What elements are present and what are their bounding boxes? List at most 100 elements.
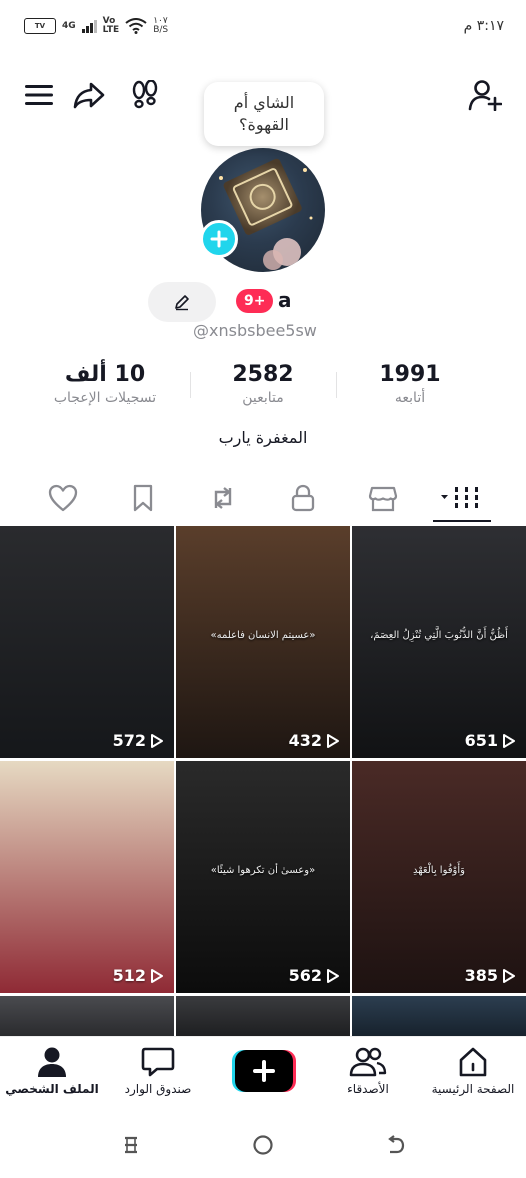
grid-icon bbox=[441, 487, 478, 508]
bookmark-icon bbox=[133, 484, 153, 512]
video-thumbnail[interactable]: «عسيتم الانسان فاعلمه» 432 bbox=[176, 526, 350, 758]
tab-favorites[interactable] bbox=[123, 478, 163, 518]
play-icon bbox=[327, 968, 339, 983]
tab-private[interactable] bbox=[283, 478, 323, 518]
menu-button[interactable] bbox=[22, 78, 56, 112]
tab-shop[interactable] bbox=[363, 478, 403, 518]
view-count: 385 bbox=[465, 966, 516, 985]
add-friend-button[interactable] bbox=[468, 78, 502, 112]
volte-indicator: Vo LTE bbox=[102, 16, 120, 35]
video-thumbnail[interactable] bbox=[352, 996, 526, 1036]
wifi-icon bbox=[125, 18, 147, 34]
username: @xnsbsbee5sw bbox=[193, 321, 317, 340]
display-name: a bbox=[278, 288, 292, 312]
nav-profile-label: الملف الشخصي bbox=[5, 1082, 99, 1096]
status-bar-left: TV 4G Vo LTE ١٠٧ B/S bbox=[24, 17, 168, 35]
share-button[interactable] bbox=[72, 78, 106, 112]
view-count: 512 bbox=[113, 966, 164, 985]
video-thumbnail[interactable]: وَأَوْفُوا بِالْعَهْدِ 385 bbox=[352, 761, 526, 993]
video-caption: «وعسىٰ أن تكرهوا شيئًا» bbox=[210, 865, 316, 877]
nav-inbox-label: صندوق الوارد bbox=[124, 1082, 192, 1096]
video-thumbnail[interactable]: 512 bbox=[0, 761, 174, 993]
following-label: أتابعه bbox=[394, 390, 426, 406]
view-count: 562 bbox=[289, 966, 340, 985]
nav-home[interactable]: الصفحة الرئيسية bbox=[418, 1044, 526, 1096]
shop-icon bbox=[368, 486, 398, 512]
likes-stat[interactable]: 10 ألف تسجيلات الإعجاب bbox=[30, 362, 180, 406]
signal-icon bbox=[81, 19, 97, 33]
likes-count: 10 ألف bbox=[64, 362, 146, 387]
notification-badge[interactable]: 9+ bbox=[236, 289, 274, 313]
play-icon bbox=[503, 733, 515, 748]
video-thumbnail[interactable]: 572 bbox=[0, 526, 174, 758]
view-count-number: 651 bbox=[464, 731, 498, 750]
video-caption: أَظُنُّ أَنَّ الذُّنُوبَ الَّتِي تُنْزِل… bbox=[370, 630, 508, 642]
share-arrow-icon bbox=[73, 82, 105, 109]
view-count-number: 432 bbox=[288, 731, 322, 750]
create-button[interactable] bbox=[232, 1050, 296, 1092]
network-speed: ١٠٧ B/S bbox=[153, 16, 169, 35]
home-system-button[interactable] bbox=[248, 1130, 278, 1160]
play-icon bbox=[503, 968, 515, 983]
play-icon bbox=[151, 968, 163, 983]
likes-label: تسجيلات الإعجاب bbox=[53, 390, 157, 406]
create-plus-icon bbox=[232, 1050, 296, 1092]
recent-apps-icon bbox=[125, 1136, 137, 1154]
plus-icon bbox=[210, 230, 228, 248]
tab-reposts[interactable] bbox=[203, 478, 243, 518]
profile-icon bbox=[38, 1047, 66, 1077]
nav-friends[interactable]: الأصدقاء bbox=[313, 1044, 423, 1096]
followers-label: متابعين bbox=[242, 390, 284, 406]
network-type: 4G bbox=[62, 21, 76, 31]
lock-icon bbox=[291, 484, 315, 512]
add-story-button[interactable] bbox=[200, 220, 238, 258]
view-count-number: 512 bbox=[112, 966, 146, 985]
tv-indicator: TV bbox=[24, 18, 56, 34]
view-count-number: 562 bbox=[288, 966, 322, 985]
video-caption: «عسيتم الانسان فاعلمه» bbox=[210, 630, 316, 642]
footprints-icon bbox=[132, 80, 158, 109]
heart-icon bbox=[48, 484, 78, 512]
view-count: 572 bbox=[113, 731, 164, 750]
nav-profile[interactable]: الملف الشخصي bbox=[0, 1044, 107, 1096]
home-icon bbox=[459, 1047, 487, 1077]
hamburger-icon bbox=[25, 85, 53, 105]
tab-liked[interactable] bbox=[43, 478, 83, 518]
view-count-number: 385 bbox=[464, 966, 498, 985]
followers-count: 2582 bbox=[232, 362, 294, 387]
view-count: 432 bbox=[289, 731, 340, 750]
add-user-icon bbox=[468, 80, 502, 111]
view-count-number: 572 bbox=[112, 731, 146, 750]
back-system-button[interactable] bbox=[380, 1130, 410, 1160]
following-count: 1991 bbox=[379, 362, 441, 387]
play-icon bbox=[327, 733, 339, 748]
profile-views-button[interactable] bbox=[128, 78, 162, 112]
bio: المغفرة يارب bbox=[218, 428, 308, 447]
stat-divider bbox=[190, 372, 191, 398]
view-count: 651 bbox=[465, 731, 516, 750]
video-thumbnail[interactable]: أَظُنُّ أَنَّ الذُّنُوبَ الَّتِي تُنْزِل… bbox=[352, 526, 526, 758]
following-stat[interactable]: 1991 أتابعه bbox=[345, 362, 475, 406]
stat-divider bbox=[336, 372, 337, 398]
nav-home-label: الصفحة الرئيسية bbox=[431, 1082, 515, 1096]
clock: ٣:١٧ م bbox=[463, 18, 504, 34]
tab-videos[interactable] bbox=[440, 478, 486, 518]
video-caption: وَأَوْفُوا بِالْعَهْدِ bbox=[413, 865, 465, 877]
nav-inbox[interactable]: صندوق الوارد bbox=[103, 1044, 213, 1096]
active-tab-indicator bbox=[433, 520, 491, 522]
video-thumbnail[interactable] bbox=[0, 996, 174, 1036]
friends-icon bbox=[349, 1047, 387, 1077]
followers-stat[interactable]: 2582 متابعين bbox=[198, 362, 328, 406]
play-icon bbox=[151, 733, 163, 748]
nav-friends-label: الأصدقاء bbox=[347, 1082, 389, 1096]
video-thumbnail[interactable]: «وعسىٰ أن تكرهوا شيئًا» 562 bbox=[176, 761, 350, 993]
pencil-icon bbox=[175, 295, 189, 311]
repost-icon bbox=[214, 487, 232, 509]
back-icon bbox=[388, 1135, 405, 1154]
edit-profile-button[interactable] bbox=[148, 282, 216, 322]
video-thumbnail[interactable] bbox=[176, 996, 350, 1036]
circle-home-icon bbox=[253, 1135, 273, 1155]
recent-apps-button[interactable] bbox=[116, 1130, 146, 1160]
note-bubble[interactable]: الشاي أم القهوة؟ bbox=[204, 82, 324, 146]
inbox-icon bbox=[141, 1047, 175, 1077]
